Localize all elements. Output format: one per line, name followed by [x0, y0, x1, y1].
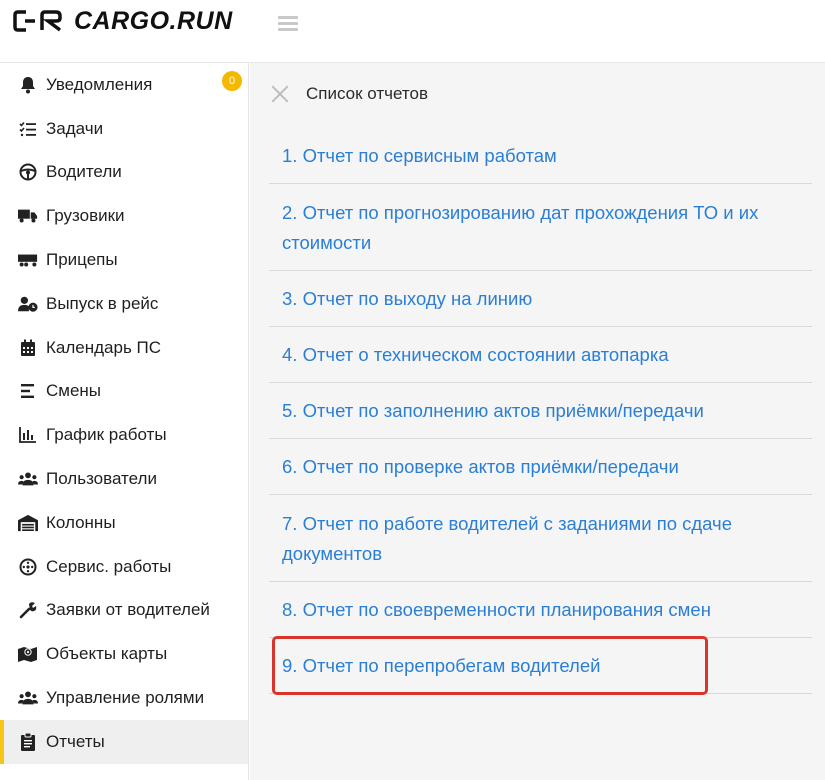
sidebar-item-label: Прицепы [46, 250, 118, 270]
sidebar-item-tasks[interactable]: Задачи [0, 107, 248, 151]
sidebar-item-label: Колонны [46, 512, 116, 532]
report-link-5[interactable]: 5. Отчет по заполнению актов приёмки/пер… [282, 400, 704, 421]
report-item: 2. Отчет по прогнозированию дат прохожде… [269, 184, 812, 271]
close-icon[interactable] [269, 83, 291, 105]
sidebar-item-label: Смены [46, 381, 102, 401]
report-link-1[interactable]: 1. Отчет по сервисным работам [282, 145, 557, 166]
sidebar-item-reports[interactable]: Отчеты [0, 719, 248, 764]
report-item: 3. Отчет по выходу на линию [269, 271, 812, 327]
report-item: 5. Отчет по заполнению актов приёмки/пер… [269, 383, 812, 439]
sidebar-item-label: Пользователи [46, 469, 157, 489]
sidebar: Уведомления 0 Задачи Водители Грузовики … [0, 62, 249, 780]
sidebar-item-label: Грузовики [46, 206, 125, 226]
report-item: 8. Отчет по своевременности планирования… [269, 582, 812, 638]
truck-icon [18, 206, 38, 226]
roles-icon [18, 688, 38, 708]
cargo-logo-icon [13, 10, 62, 32]
sidebar-item-label: Заявки от водителей [46, 600, 210, 620]
users-icon [18, 469, 38, 489]
report-item: 9. Отчет по перепробегам водителей [269, 638, 812, 694]
sidebar-item-trucks[interactable]: Грузовики [0, 194, 248, 238]
sidebar-item-calendar[interactable]: Календарь ПС [0, 326, 248, 370]
sidebar-item-driver-requests[interactable]: Заявки от водителей [0, 589, 248, 633]
report-link-8[interactable]: 8. Отчет по своевременности планирования… [282, 599, 711, 620]
sidebar-item-trailers[interactable]: Прицепы [0, 238, 248, 282]
report-item: 1. Отчет по сервисным работам [269, 128, 812, 184]
sidebar-item-label: Уведомления [46, 74, 153, 94]
sidebar-item-drivers[interactable]: Водители [0, 151, 248, 195]
chart-icon [18, 425, 38, 445]
report-link-9[interactable]: 9. Отчет по перепробегам водителей [282, 655, 600, 676]
sidebar-item-dispatch[interactable]: Выпуск в рейс [0, 282, 248, 326]
report-link-7[interactable]: 7. Отчет по работе водителей с заданиями… [282, 513, 732, 564]
sidebar-item-label: Выпуск в рейс [46, 293, 159, 313]
sidebar-item-label: Отчеты [46, 731, 105, 751]
sidebar-item-notifications[interactable]: Уведомления 0 [0, 63, 248, 107]
garage-icon [18, 513, 38, 533]
map-icon [18, 644, 38, 664]
sidebar-item-label: Сервис. работы [46, 556, 172, 576]
reports-header: Список отчетов [269, 83, 428, 105]
report-item: 7. Отчет по работе водителей с заданиями… [269, 495, 812, 582]
user-clock-icon [18, 294, 38, 314]
top-header: CARGO.RUN [0, 0, 825, 62]
app-logo[interactable]: CARGO.RUN [12, 6, 233, 36]
sidebar-item-map-objects[interactable]: Объекты карты [0, 632, 248, 676]
sidebar-item-service-works[interactable]: Сервис. работы [0, 545, 248, 589]
menu-toggle-icon[interactable] [278, 16, 298, 32]
bell-icon [18, 75, 38, 95]
report-link-6[interactable]: 6. Отчет по проверке актов приёмки/перед… [282, 456, 679, 477]
sidebar-item-label: Задачи [46, 118, 104, 138]
sidebar-item-label: Календарь ПС [46, 337, 162, 357]
sidebar-item-label: Объекты карты [46, 644, 168, 664]
trailer-icon [18, 250, 38, 270]
reports-list: 1. Отчет по сервисным работам 2. Отчет п… [269, 128, 812, 694]
report-link-4[interactable]: 4. Отчет о техническом состоянии автопар… [282, 344, 669, 365]
sidebar-item-users[interactable]: Пользователи [0, 457, 248, 501]
sidebar-item-roles[interactable]: Управление ролями [0, 676, 248, 720]
reports-panel: Список отчетов 1. Отчет по сервисным раб… [250, 62, 825, 780]
sidebar-item-label: Управление ролями [46, 688, 205, 708]
sidebar-item-columns[interactable]: Колонны [0, 501, 248, 545]
shifts-icon [18, 381, 38, 401]
report-link-3[interactable]: 3. Отчет по выходу на линию [282, 288, 532, 309]
sidebar-item-label: Водители [46, 162, 122, 182]
page-title: Список отчетов [306, 84, 428, 103]
wrench-icon [18, 600, 38, 620]
sidebar-item-label: График работы [46, 425, 167, 445]
sidebar-item-schedule[interactable]: График работы [0, 413, 248, 457]
clipboard-icon [18, 732, 38, 752]
notifications-count-badge: 0 [222, 71, 242, 91]
report-link-2[interactable]: 2. Отчет по прогнозированию дат прохожде… [282, 202, 758, 253]
report-item: 4. Отчет о техническом состоянии автопар… [269, 327, 812, 383]
wheel-icon [18, 557, 38, 577]
sidebar-item-shifts[interactable]: Смены [0, 370, 248, 414]
tasks-icon [18, 119, 38, 139]
steering-wheel-icon [18, 162, 38, 182]
report-item: 6. Отчет по проверке актов приёмки/перед… [269, 439, 812, 495]
calendar-icon [18, 338, 38, 358]
logo-text: CARGO.RUN [74, 6, 233, 35]
